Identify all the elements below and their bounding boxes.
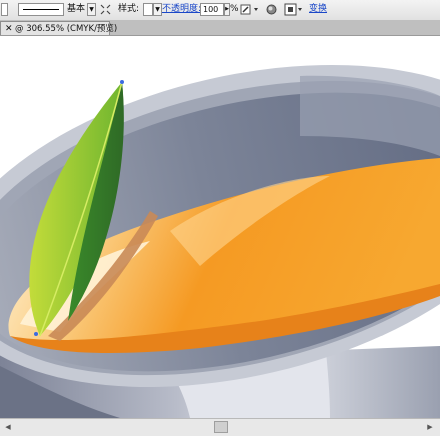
- style-label: 样式:: [118, 4, 140, 14]
- brush-definition-icon[interactable]: [99, 3, 112, 16]
- close-icon[interactable]: ✕: [5, 23, 13, 35]
- opacity-input[interactable]: 100: [200, 3, 224, 16]
- scrollbar-thumb[interactable]: [214, 421, 228, 433]
- stroke-line-icon: [23, 9, 59, 10]
- stroke-profile-arrow[interactable]: ▼: [87, 3, 96, 16]
- stroke-profile-preview[interactable]: [18, 3, 64, 16]
- opacity-percent: %: [230, 4, 239, 14]
- horizontal-scrollbar[interactable]: ◀ ▶: [0, 418, 440, 436]
- bowl-artwork: [0, 65, 440, 418]
- document-tab[interactable]: ✕ @ 306.55% (CMYK/预览): [0, 21, 117, 35]
- stroke-profile-label: 基本: [67, 4, 86, 14]
- document-tab-title: @ 306.55% (CMYK/预览): [15, 24, 118, 34]
- recolor-artwork-icon[interactable]: [240, 3, 260, 16]
- transform-link[interactable]: 变换: [309, 4, 327, 15]
- style-dropdown-arrow[interactable]: ▼: [153, 3, 162, 16]
- stroke-weight-dropdown[interactable]: [1, 3, 8, 16]
- align-options-icon[interactable]: [284, 3, 304, 16]
- opacity-link[interactable]: 不透明度:: [162, 4, 201, 15]
- control-bar: 基本 ▼ 样式: ▼ 不透明度: 100 ▶ % 变换: [0, 0, 440, 21]
- style-swatch[interactable]: [143, 3, 153, 16]
- scroll-right-icon[interactable]: ▶: [424, 421, 436, 433]
- scroll-left-icon[interactable]: ◀: [2, 421, 14, 433]
- document-tab-bar: ✕ @ 306.55% (CMYK/预览): [0, 20, 440, 36]
- artboard-canvas[interactable]: [0, 36, 440, 418]
- isolate-group-icon[interactable]: [265, 3, 278, 16]
